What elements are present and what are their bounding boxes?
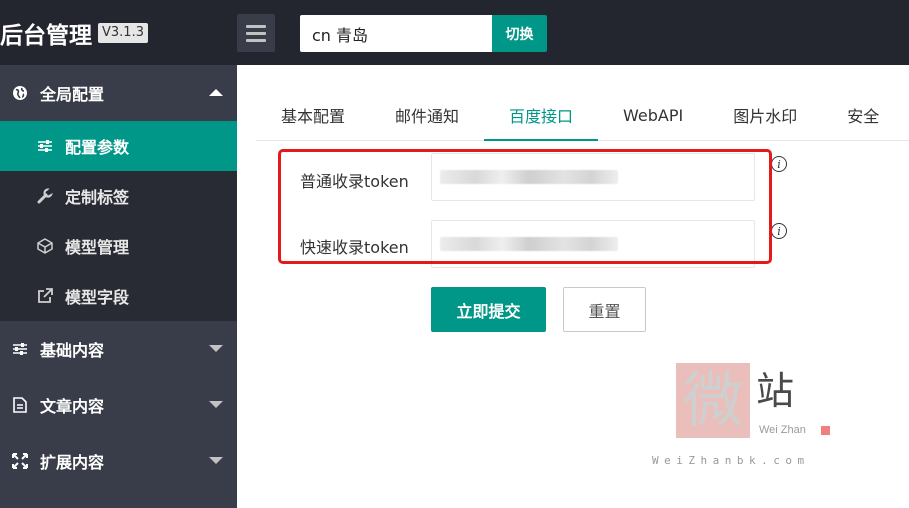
- chevron-down-icon: [209, 401, 223, 408]
- tab-basic-config[interactable]: 基本配置: [256, 90, 370, 140]
- highlight-box: [278, 149, 772, 264]
- tab-email-notify[interactable]: 邮件通知: [370, 90, 484, 140]
- info-icon[interactable]: i: [771, 223, 787, 239]
- hamburger-line: [246, 38, 266, 42]
- sidebar-group-label: 扩展内容: [40, 453, 105, 472]
- area-input[interactable]: [300, 15, 493, 52]
- globe-icon: [10, 85, 30, 101]
- sidebar-item-custom-tags[interactable]: 定制标签: [0, 171, 237, 221]
- sidebar-group-label: 全局配置: [40, 85, 105, 104]
- hamburger-line: [246, 24, 266, 28]
- watermark-char: 微: [683, 365, 743, 436]
- settings-tabs: 基本配置 邮件通知 百度接口 WebAPI 图片水印 安全: [256, 90, 909, 141]
- external-link-icon: [35, 288, 55, 304]
- info-icon[interactable]: i: [771, 156, 787, 172]
- sidebar-group-label: 基础内容: [40, 341, 105, 360]
- tab-webapi[interactable]: WebAPI: [598, 90, 708, 140]
- sidebar-item-config-params[interactable]: 配置参数: [0, 121, 237, 171]
- submit-button[interactable]: 立即提交: [431, 287, 546, 332]
- app-title: 后台管理: [0, 23, 92, 49]
- watermark-url: WeiZhanbk.com: [652, 454, 810, 467]
- sidebar-group-extended-content[interactable]: 扩展内容: [0, 433, 237, 489]
- top-bar: 后台管理 V3.1.3 切换: [0, 0, 909, 65]
- watermark-logo: 微: [676, 363, 750, 438]
- cube-icon: [35, 238, 55, 254]
- tab-security[interactable]: 安全: [822, 90, 904, 140]
- hamburger-icon[interactable]: [237, 14, 275, 52]
- sidebar-item-label: 模型字段: [65, 288, 130, 307]
- sliders-icon: [10, 342, 30, 356]
- sidebar-item-model-fields[interactable]: 模型字段: [0, 271, 237, 321]
- sidebar-group-article-content[interactable]: 文章内容: [0, 377, 237, 433]
- sidebar-group-global-config[interactable]: 全局配置: [0, 65, 237, 121]
- sidebar-item-label: 定制标签: [65, 188, 130, 207]
- version-badge: V3.1.3: [98, 23, 148, 43]
- hamburger-line: [246, 31, 266, 35]
- sidebar-item-label: 配置参数: [65, 138, 130, 157]
- chevron-down-icon: [209, 345, 223, 352]
- expand-icon: [10, 453, 30, 469]
- sidebar-group-basic-content[interactable]: 基础内容: [0, 321, 237, 377]
- tab-image-watermark[interactable]: 图片水印: [708, 90, 822, 140]
- chevron-up-icon: [209, 89, 223, 96]
- chevron-down-icon: [209, 457, 223, 464]
- sliders-icon: [35, 139, 55, 153]
- tab-baidu-api[interactable]: 百度接口: [484, 90, 599, 141]
- watermark-dot: [821, 426, 830, 435]
- switch-button[interactable]: 切换: [492, 15, 547, 52]
- sidebar-submenu: 配置参数 定制标签 模型管理 模型字段: [0, 121, 237, 321]
- watermark-char: 站: [756, 369, 795, 413]
- reset-button[interactable]: 重置: [563, 287, 646, 332]
- sidebar-group-label: 文章内容: [40, 397, 105, 416]
- sidebar: 全局配置 配置参数 定制标签 模型管理 模型字段 基础内容 文章内容 扩展内容: [0, 65, 237, 508]
- wrench-icon: [35, 188, 55, 204]
- brand: 后台管理 V3.1.3: [0, 17, 148, 49]
- sidebar-item-label: 模型管理: [65, 238, 130, 257]
- sidebar-item-model-management[interactable]: 模型管理: [0, 221, 237, 271]
- watermark-subtitle: Wei Zhan: [759, 424, 806, 436]
- document-icon: [10, 397, 30, 413]
